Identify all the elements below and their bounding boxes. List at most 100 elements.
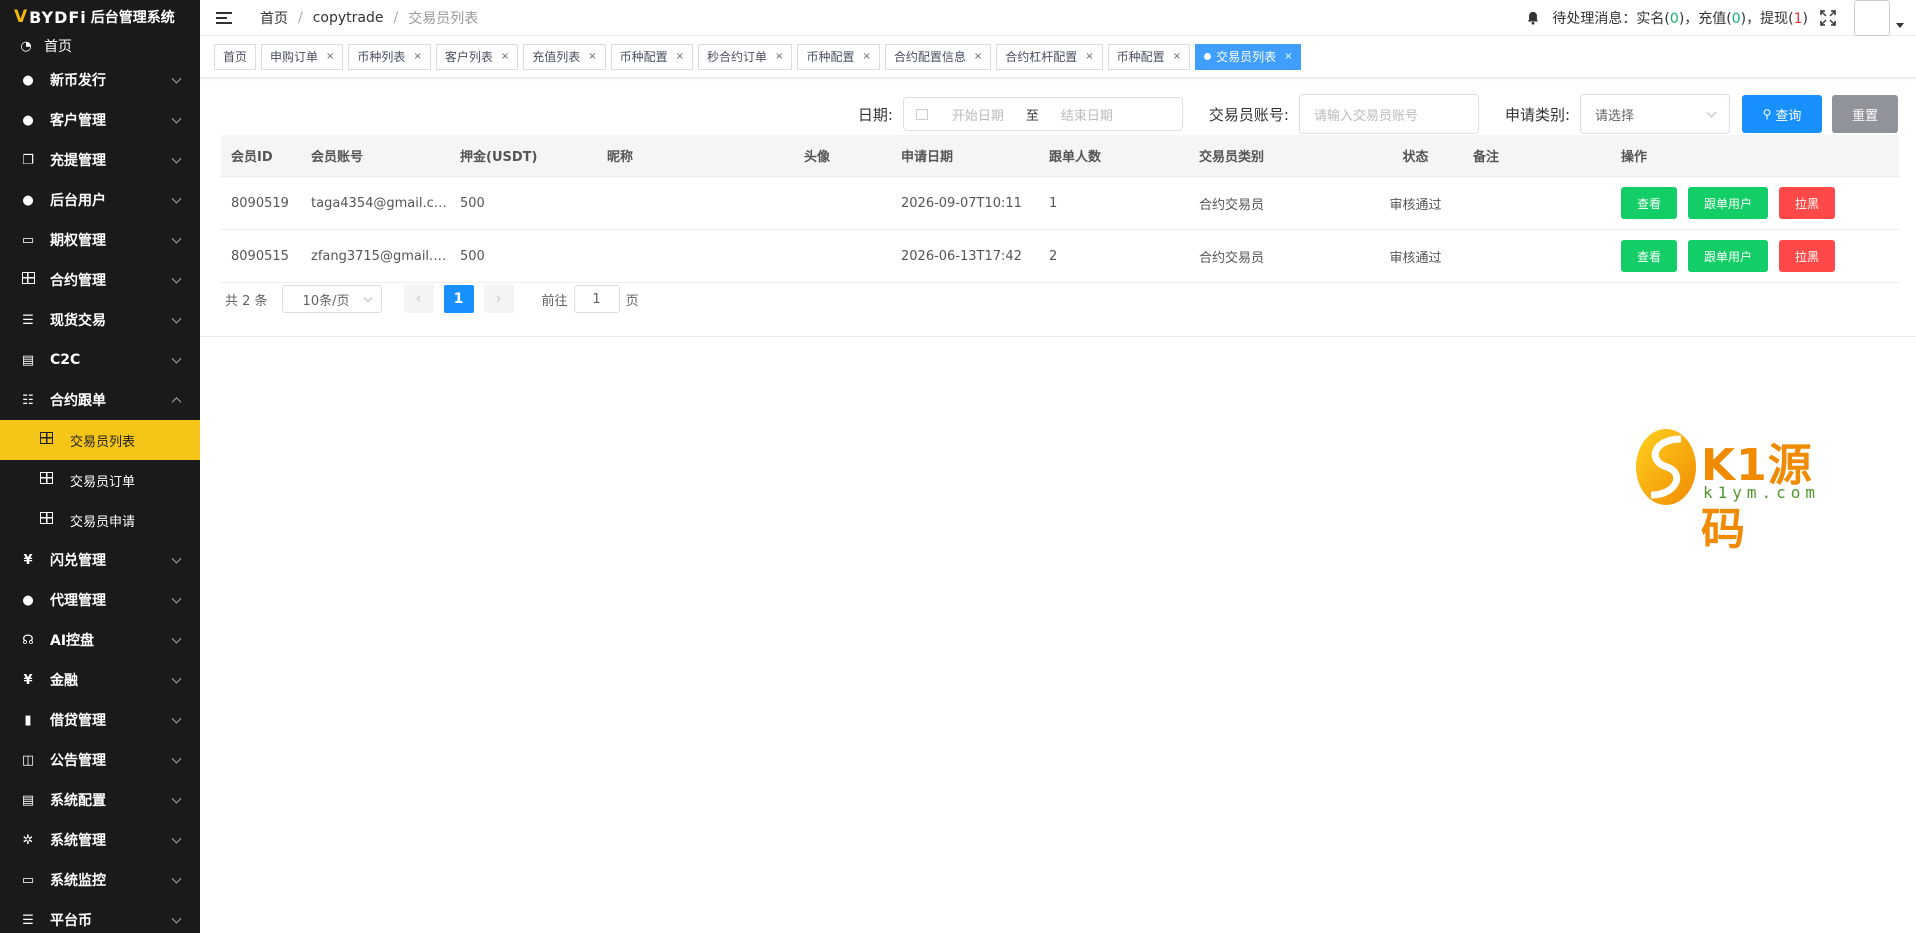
sidebar-item-platform-coin[interactable]: ☰ 平台币 (0, 900, 200, 933)
sidebar-item-admin-users[interactable]: ● 后台用户 (0, 180, 200, 220)
reset-button[interactable]: 重置 (1832, 95, 1898, 133)
close-icon[interactable]: × (1173, 51, 1181, 62)
close-icon[interactable]: × (862, 51, 870, 62)
prev-page-button[interactable]: ‹ (403, 285, 434, 313)
sidebar-item-system-management[interactable]: ✲ 系统管理 (0, 820, 200, 860)
page-size-select[interactable]: 10条/页 (281, 285, 382, 313)
sidebar-item-finance[interactable]: ¥ 金融 (0, 660, 200, 700)
sidebar-item-system-config[interactable]: ▤ 系统配置 (0, 780, 200, 820)
sidebar-subitem-trader-applications[interactable]: 交易员申请 (0, 500, 200, 540)
follow-users-button[interactable]: 跟单用户 (1688, 187, 1768, 219)
sidebar-item-label: 系统配置 (50, 793, 106, 809)
close-icon[interactable]: × (775, 51, 783, 62)
close-icon[interactable]: × (1284, 51, 1292, 62)
fullscreen-icon[interactable] (1820, 10, 1836, 26)
next-page-button[interactable]: › (483, 285, 514, 313)
tag-contract-leverage-config[interactable]: 合约杠杆配置 × (996, 43, 1103, 70)
sidebar-item-label: 合约管理 (50, 273, 106, 289)
goto-prefix: 前往 (541, 293, 568, 309)
page-number-button[interactable]: 1 (443, 285, 474, 313)
tag-trader-list[interactable]: 交易员列表 × (1195, 43, 1302, 70)
breadcrumb-copytrade[interactable]: copytrade (313, 10, 384, 26)
yen-icon: ¥ (23, 672, 33, 688)
blacklist-button[interactable]: 拉黑 (1779, 187, 1835, 219)
sidebar-item-spot[interactable]: ☰ 现货交易 (0, 300, 200, 340)
sidebar-item-deposit-withdraw[interactable]: ❐ 充提管理 (0, 140, 200, 180)
realname-count: 0 (1669, 11, 1679, 27)
user-icon: ● (22, 592, 34, 608)
bell-icon[interactable] (1526, 11, 1540, 25)
tag-label: 首页 (223, 50, 248, 64)
withdraw-label: )，提现( (1740, 11, 1794, 27)
breadcrumb: 首页 / copytrade / 交易员列表 (260, 8, 478, 28)
view-button[interactable]: 查看 (1621, 240, 1677, 272)
close-icon[interactable]: × (413, 51, 421, 62)
tag-coin-list[interactable]: 币种列表 × (348, 43, 431, 70)
tag-coin-config-3[interactable]: 币种配置 × (1107, 43, 1191, 70)
close-icon[interactable]: × (974, 51, 982, 62)
caret-down-icon[interactable] (1896, 22, 1904, 28)
close-icon[interactable]: × (1085, 51, 1093, 62)
sidebar-item-announcements[interactable]: ◫ 公告管理 (0, 740, 200, 780)
sidebar-item-lending[interactable]: ▮ 借贷管理 (0, 700, 200, 740)
sidebar-item-copytrade[interactable]: ☷ 合约跟单 (0, 380, 200, 420)
cell-apply-date: 2026-09-07T10:11 (901, 195, 1022, 211)
sidebar-item-flash-swap[interactable]: ¥ 闪兑管理 (0, 540, 200, 580)
app-logo[interactable]: V BYDFi 后台管理系统 (0, 0, 200, 34)
tag-coin-config-2[interactable]: 币种配置 × (797, 43, 880, 70)
start-date-input[interactable]: 开始日期 (952, 105, 1004, 124)
menu-toggle-icon[interactable] (216, 9, 232, 27)
tag-customer-list[interactable]: 客户列表 × (435, 43, 519, 70)
breadcrumb-home[interactable]: 首页 (260, 8, 288, 28)
cell-followers: 2 (1049, 248, 1058, 264)
close-icon[interactable]: × (676, 51, 684, 62)
open-book-icon: ◫ (21, 752, 35, 768)
sidebar-item-agents[interactable]: ● 代理管理 (0, 580, 200, 620)
column-header: 会员账号 (311, 150, 364, 165)
tag-coin-config[interactable]: 币种配置 × (610, 43, 694, 70)
active-dot-icon (1204, 53, 1212, 60)
query-button[interactable]: ⚲ 查询 (1742, 95, 1822, 133)
sidebar-item-contracts[interactable]: 合约管理 (0, 260, 200, 300)
close-icon[interactable]: × (501, 51, 509, 62)
grid-icon (40, 432, 54, 448)
tag-contract-config-info[interactable]: 合约配置信息 × (884, 43, 992, 70)
view-button[interactable]: 查看 (1621, 187, 1677, 219)
tag-recharge-list[interactable]: 充值列表 × (523, 43, 606, 70)
application-type-select[interactable]: 请选择 (1580, 94, 1730, 134)
sidebar-item-customers[interactable]: ● 客户管理 (0, 100, 200, 140)
pending-messages[interactable]: 待处理消息：实名(0)，充值(0)，提现(1) (1552, 8, 1808, 28)
tags-view: 首页 申购订单 × 币种列表 × 客户列表 × 充值列表 × 币种配置 × 秒合约订单 × … (200, 36, 1916, 78)
sidebar-item-options[interactable]: ▭ 期权管理 (0, 220, 200, 260)
blacklist-button[interactable]: 拉黑 (1779, 240, 1835, 272)
sidebar-item-label: 系统监控 (50, 873, 106, 889)
pending-label: 待处理消息：实名( (1552, 11, 1670, 27)
tag-second-contract-orders[interactable]: 秒合约订单 × (698, 43, 793, 70)
sidebar-item-c2c[interactable]: ▤ C2C (0, 340, 200, 380)
avatar[interactable] (1854, 0, 1890, 36)
breadcrumb-current: 交易员列表 (408, 10, 479, 27)
robot-icon: ☊ (22, 632, 34, 648)
end-date-input[interactable]: 结束日期 (1061, 105, 1113, 124)
sidebar-item-ai-control[interactable]: ☊ AI控盘 (0, 620, 200, 660)
goto-page-input[interactable]: 1 (573, 285, 620, 313)
sidebar-item-home[interactable]: ◔ 首页 (0, 32, 200, 60)
tag-home[interactable]: 首页 (214, 43, 257, 70)
close-icon[interactable]: × (326, 51, 334, 62)
follow-users-button[interactable]: 跟单用户 (1688, 240, 1768, 272)
sidebar-subitem-trader-orders[interactable]: 交易员订单 (0, 460, 200, 500)
sidebar-subitem-trader-list[interactable]: 交易员列表 (0, 420, 200, 460)
cell-actions: 查看 跟单用户 拉黑 (1611, 187, 1899, 219)
date-range-picker[interactable]: 开始日期 至 结束日期 (902, 97, 1183, 131)
sidebar-item-system-monitor[interactable]: ▭ 系统监控 (0, 860, 200, 900)
close-icon[interactable]: × (588, 51, 596, 62)
tag-subscription-orders[interactable]: 申购订单 × (261, 43, 344, 70)
trader-account-input[interactable]: 请输入交易员账号 (1298, 94, 1479, 134)
tag-label: 客户列表 (444, 50, 493, 64)
sidebar-item-label: 期权管理 (50, 233, 106, 249)
yen-icon: ¥ (23, 552, 33, 568)
list-icon: ☰ (22, 312, 34, 328)
app-title: 后台管理系统 (90, 10, 175, 26)
sidebar-item-new-coin[interactable]: ● 新币发行 (0, 60, 200, 100)
header-right: 待处理消息：实名(0)，充值(0)，提现(1) (1526, 0, 1916, 36)
